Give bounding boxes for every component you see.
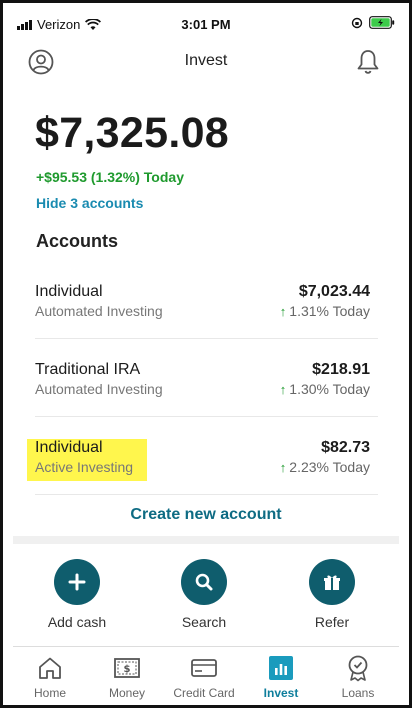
svg-text:$: $ [124,664,131,675]
tab-money-label: Money [108,686,146,700]
tab-credit-card-label: Credit Card [173,686,235,700]
status-right [351,16,395,29]
plus-icon [68,573,86,591]
home-icon [39,657,61,679]
loans-icon [348,655,368,682]
account-change: ↑ 1.31% Today [280,303,370,319]
account-name: Individual [35,439,103,456]
gift-icon [324,575,340,590]
account-change: ↑ 1.30% Today [280,381,370,397]
hide-accounts-link[interactable]: Hide 3 accounts [36,195,143,211]
account-row[interactable]: Individual Active Investing $82.73 ↑ 2.2… [27,417,378,495]
account-type: Active Investing [35,459,134,475]
tab-credit-card[interactable]: Credit Card [166,654,242,700]
money-icon: $ [114,658,140,678]
add-cash-circle[interactable] [54,559,100,605]
search-circle[interactable] [181,559,227,605]
search-label: Search [181,614,227,630]
tab-home-label: Home [33,686,66,700]
account-value: $7,023.44 [298,283,370,300]
section-divider [13,536,399,544]
tab-invest-label: Invest [263,686,299,700]
daily-change: +$95.53 (1.32%) Today [36,169,184,185]
page-title: Invest [184,52,228,69]
credit-card-icon [191,659,217,677]
add-cash-label: Add cash [47,614,107,630]
orientation-lock-icon [351,17,363,28]
refer-circle[interactable] [309,559,355,605]
search-button[interactable]: Search [159,559,249,630]
account-change-text: 2.23% Today [289,459,370,475]
account-row[interactable]: Traditional IRA Automated Investing $218… [35,339,378,417]
app-header: Invest [3,39,409,85]
tab-loans-label: Loans [341,686,375,700]
bell-icon[interactable] [355,48,381,76]
account-change: ↑ 2.23% Today [280,459,370,475]
status-time: 3:01 PM [181,17,231,32]
account-name: Individual [35,283,103,300]
refer-button[interactable]: Refer [287,559,377,630]
tab-bar-separator [13,646,399,647]
accounts-heading: Accounts [36,231,119,251]
refer-label: Refer [314,614,350,630]
account-type: Automated Investing [35,303,163,319]
add-cash-button[interactable]: Add cash [32,559,122,630]
account-type: Automated Investing [35,381,163,397]
total-balance: $7,325.08 [35,109,229,157]
account-row[interactable]: Individual Automated Investing $7,023.44… [35,261,378,339]
up-arrow-icon: ↑ [279,381,287,397]
tab-loans[interactable]: Loans [320,654,396,700]
create-account-link[interactable]: Create new account [3,506,409,524]
tab-invest[interactable]: Invest [243,654,319,700]
account-change-text: 1.30% Today [289,381,370,397]
tab-home[interactable]: Home [12,654,88,700]
account-change-text: 1.31% Today [289,303,370,319]
up-arrow-icon: ↑ [279,303,287,319]
battery-icon [369,16,395,29]
account-value: $218.91 [312,361,370,378]
status-bar: Verizon 3:01 PM [3,3,409,39]
app-frame: Verizon 3:01 PM Invest $7,325.08 +$95.53… [0,0,412,708]
up-arrow-icon: ↑ [279,459,287,475]
account-value: $82.73 [321,439,370,456]
search-icon [195,573,213,591]
account-name: Traditional IRA [35,361,141,378]
invest-icon [269,656,293,680]
tab-money[interactable]: $ Money [89,654,165,700]
